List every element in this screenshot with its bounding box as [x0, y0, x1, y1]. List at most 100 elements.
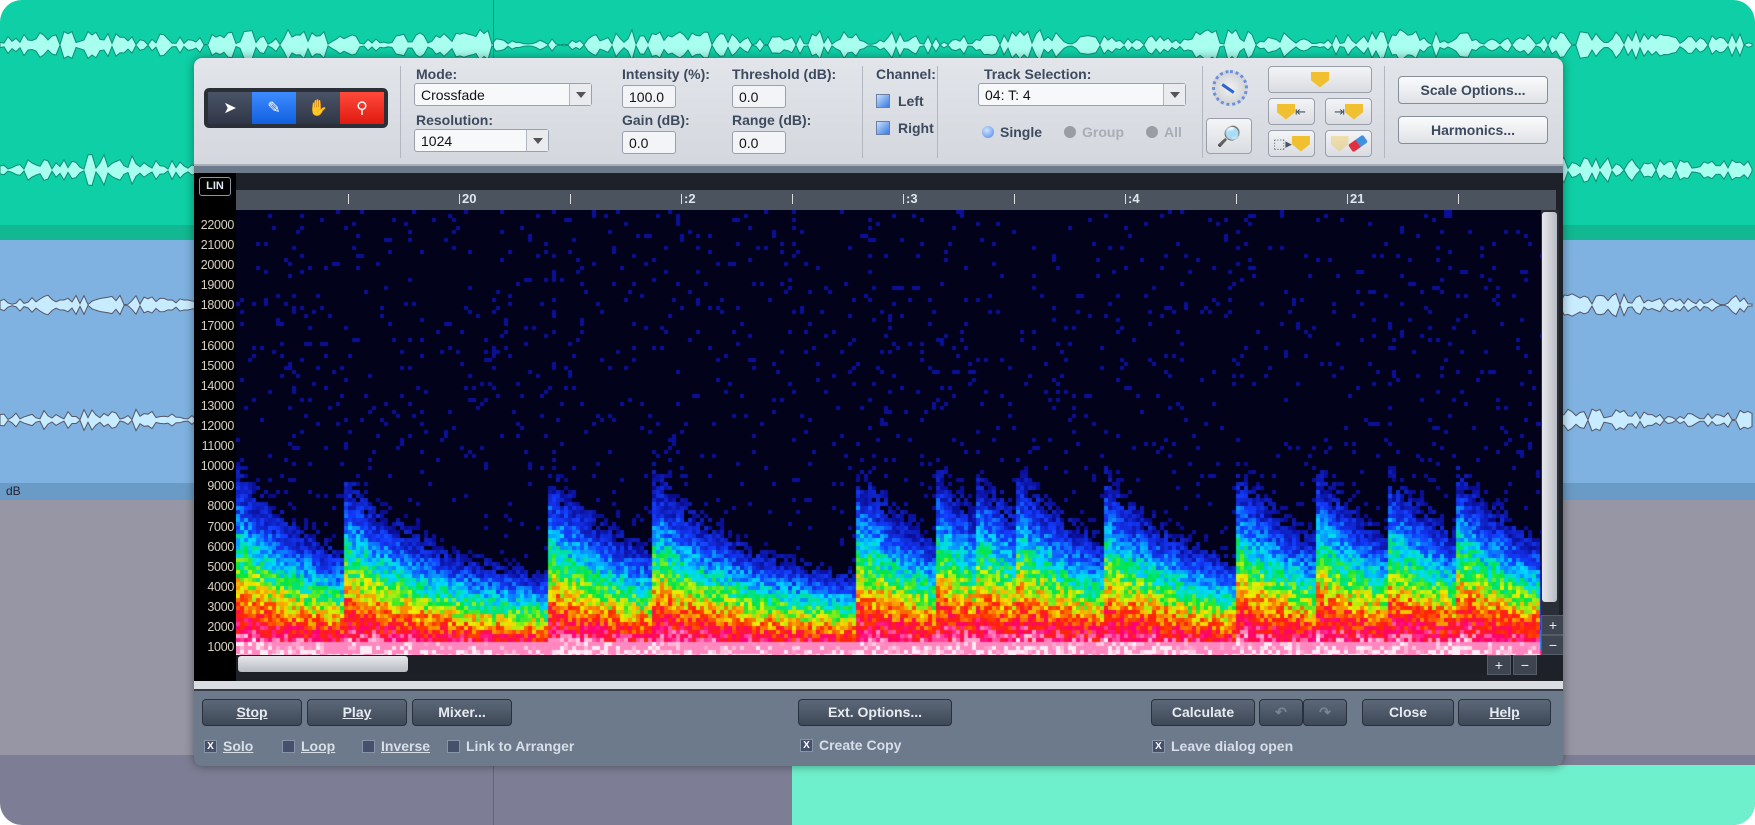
intensity-input[interactable]: 100.0: [622, 85, 676, 108]
frequency-tick-label: 12000: [200, 419, 235, 433]
channel-label: Channel:: [876, 66, 936, 82]
lightning-icon: [1277, 103, 1296, 120]
inverse-checkbox[interactable]: Inverse: [362, 738, 430, 754]
frequency-tick-label: 10000: [200, 459, 235, 474]
frequency-tick-label: 15000: [200, 358, 235, 373]
horizontal-scrollbar[interactable]: [236, 655, 1536, 673]
harmonics-button[interactable]: Harmonics...: [1398, 116, 1548, 144]
spectrogram-canvas[interactable]: [236, 210, 1541, 655]
selection-play-icon: ⬚▸: [1273, 135, 1292, 151]
mixer-button[interactable]: Mixer...: [412, 699, 512, 726]
radio-single[interactable]: Single: [982, 124, 1042, 140]
ruler-tick: [792, 194, 793, 204]
spectral-zoom-button[interactable]: 🔎: [1206, 118, 1252, 154]
horizontal-zoom-in-button[interactable]: +: [1487, 655, 1511, 675]
create-copy-checkbox[interactable]: X Create Copy: [800, 737, 901, 753]
pencil-tool-button[interactable]: ✎: [252, 92, 296, 124]
redo-icon: ↷: [1319, 704, 1331, 720]
help-button[interactable]: Help: [1458, 699, 1551, 726]
ruler-tick: [348, 194, 349, 204]
magnifier-icon: ⚲: [356, 100, 368, 117]
resolution-dropdown[interactable]: 1024: [414, 129, 549, 152]
track-selection-dropdown[interactable]: 04: T: 4: [978, 83, 1186, 106]
vertical-zoom-out-button[interactable]: −: [1541, 635, 1563, 655]
threshold-label: Threshold (dB):: [732, 66, 837, 82]
ruler-tick: [570, 194, 571, 204]
radio-group[interactable]: Group: [1064, 124, 1124, 140]
chevron-down-icon: [569, 84, 591, 105]
erase-effect-button[interactable]: [1325, 130, 1372, 157]
ext-options-button[interactable]: Ext. Options...: [798, 699, 952, 726]
zoom-tool-button[interactable]: ⚲: [340, 92, 384, 124]
mode-label: Mode:: [416, 66, 458, 82]
vertical-scroll-thumb[interactable]: [1542, 212, 1557, 602]
hand-tool-button[interactable]: ✋: [296, 92, 340, 124]
ruler-tick: [1125, 194, 1126, 204]
magnifier-lightning-icon: 🔎: [1216, 125, 1242, 148]
frequency-tick-label: 1000: [207, 640, 234, 655]
apply-right-button[interactable]: ⇥: [1325, 98, 1372, 125]
apply-left-button[interactable]: ⇤: [1268, 98, 1315, 125]
apply-effect-button[interactable]: [1268, 66, 1372, 93]
link-to-arranger-checkbox[interactable]: Link to Arranger: [447, 738, 574, 754]
arrow-right-icon: ⇥: [1334, 103, 1345, 119]
frequency-tick-label: 17000: [200, 318, 235, 333]
vertical-zoom-in-button[interactable]: +: [1541, 615, 1563, 635]
frequency-tick-label: 21000: [200, 238, 235, 253]
undo-icon: ↶: [1275, 704, 1287, 720]
tool-selector: ➤ ✎ ✋ ⚲: [204, 88, 388, 128]
horizontal-zoom-out-button[interactable]: −: [1513, 655, 1537, 675]
range-input[interactable]: 0.0: [732, 131, 786, 154]
frequency-tick-label: 9000: [207, 479, 234, 494]
radio-all[interactable]: All: [1146, 124, 1182, 140]
gain-input[interactable]: 0.0: [622, 131, 676, 154]
ruler-tick: [1236, 194, 1237, 204]
ruler-label: :3: [906, 191, 918, 206]
frequency-tick-label: 6000: [207, 539, 234, 554]
frequency-tick-label: 7000: [207, 519, 234, 534]
horizontal-scroll-thumb[interactable]: [238, 656, 408, 672]
frequency-tick-label: 20000: [200, 258, 235, 273]
lightning-icon: [1291, 135, 1310, 152]
lightning-icon: [1344, 103, 1363, 120]
scale-mode-toggle[interactable]: LIN: [199, 177, 231, 196]
eraser-icon: [1347, 134, 1368, 153]
loop-checkbox[interactable]: Loop: [282, 738, 335, 754]
mode-dropdown[interactable]: Crossfade: [414, 83, 592, 106]
frequency-tick-label: 3000: [207, 599, 234, 614]
channel-right-checkbox[interactable]: Right: [876, 120, 934, 136]
undo-button[interactable]: ↶: [1259, 699, 1303, 726]
frequency-tick-label: 2000: [207, 620, 234, 634]
ruler-tick: [681, 194, 682, 204]
threshold-input[interactable]: 0.0: [732, 85, 786, 108]
close-button[interactable]: Close: [1362, 699, 1454, 726]
frequency-axis: LIN 22000 21000 20000 19000 18000 17000 16000 1…: [194, 173, 236, 681]
play-button[interactable]: Play: [307, 699, 407, 726]
time-ruler[interactable]: 20:2:3:4 21: [236, 190, 1556, 210]
leave-dialog-open-checkbox[interactable]: X Leave dialog open: [1152, 738, 1293, 754]
scale-options-button[interactable]: Scale Options...: [1398, 76, 1548, 104]
channel-left-checkbox[interactable]: Left: [876, 93, 924, 109]
calculate-button[interactable]: Calculate: [1151, 699, 1255, 726]
frequency-tick-label: 22000: [200, 218, 235, 232]
pencil-icon: ✎: [267, 100, 281, 117]
resolution-label: Resolution:: [416, 112, 493, 128]
frequency-tick-label: 18000: [200, 298, 235, 313]
pointer-tool-button[interactable]: ➤: [208, 92, 252, 124]
spectral-editing-dialog: ➤ ✎ ✋ ⚲ Mode: Crossfade Resolution: 1024…: [194, 58, 1563, 766]
frequency-tick-label: 5000: [207, 559, 234, 574]
ruler-tick: [459, 194, 460, 204]
frequency-tick-label: 14000: [200, 378, 235, 393]
knob-icon[interactable]: [1212, 70, 1248, 106]
range-label: Range (dB):: [732, 112, 812, 128]
redo-button[interactable]: ↷: [1303, 699, 1347, 726]
apply-selection-button[interactable]: ⬚▸: [1268, 130, 1315, 157]
vertical-scrollbar[interactable]: [1541, 210, 1559, 655]
solo-checkbox[interactable]: X Solo: [204, 738, 253, 754]
ruler-tick: [903, 194, 904, 204]
ruler-label: 20: [462, 191, 477, 206]
intensity-label: Intensity (%):: [622, 66, 710, 82]
stop-button[interactable]: Stop: [202, 699, 302, 726]
ruler-label: :4: [1128, 191, 1140, 206]
track-selection-label: Track Selection:: [984, 66, 1092, 82]
